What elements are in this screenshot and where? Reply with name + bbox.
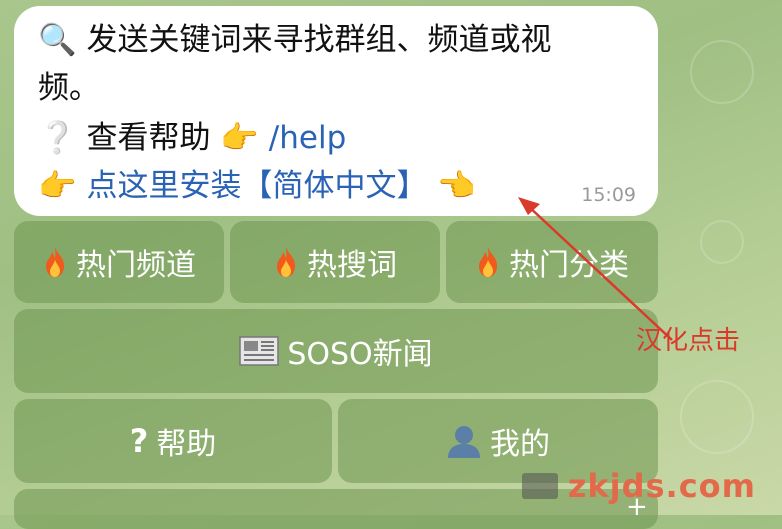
annotation-label: 汉化点击 (636, 326, 741, 356)
watermark-text: zkjds.com (567, 467, 756, 505)
annotation-arrow (518, 197, 673, 341)
watermark-logo (522, 473, 558, 499)
watermark: zkjds.com (522, 466, 756, 506)
